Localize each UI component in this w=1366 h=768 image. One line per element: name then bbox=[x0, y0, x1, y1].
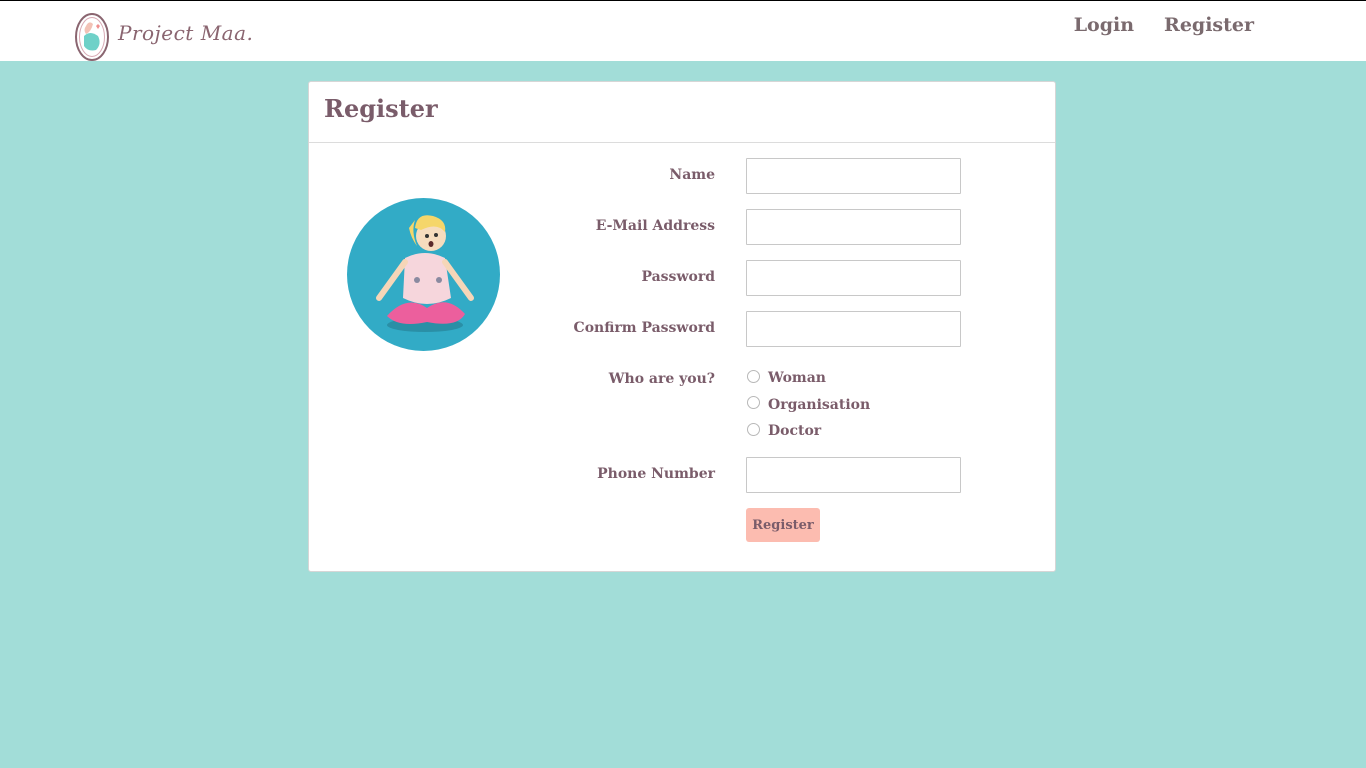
radio-button[interactable] bbox=[747, 422, 760, 436]
navbar: Project Maa. Login Register bbox=[0, 1, 1366, 61]
brand-name: Project Maa. bbox=[118, 21, 254, 45]
card-title: Register bbox=[324, 94, 438, 123]
confirm-password-label: Confirm Password bbox=[573, 320, 715, 336]
email-label: E-Mail Address bbox=[595, 218, 715, 234]
nav-login-link[interactable]: Login bbox=[1074, 14, 1134, 36]
role-option-label: Woman bbox=[768, 370, 826, 387]
nav-links: Login Register bbox=[1074, 14, 1254, 36]
logo-icon bbox=[75, 13, 109, 61]
pregnant-woman-avatar-image bbox=[347, 198, 500, 351]
brand[interactable]: Project Maa. bbox=[74, 11, 253, 63]
name-label: Name bbox=[669, 167, 715, 183]
register-card: Register Name E-Mail Address Password Co… bbox=[308, 81, 1056, 572]
register-submit-button[interactable]: Register bbox=[746, 508, 820, 542]
radio-button[interactable] bbox=[747, 369, 760, 383]
role-option-doctor[interactable]: Doctor bbox=[747, 418, 870, 445]
email-input[interactable] bbox=[746, 209, 961, 245]
password-label: Password bbox=[641, 269, 715, 285]
card-header: Register bbox=[309, 82, 1055, 143]
radio-button[interactable] bbox=[747, 396, 760, 410]
name-input[interactable] bbox=[746, 158, 961, 194]
role-radio-group: Woman Organisation Doctor bbox=[747, 365, 870, 445]
phone-input[interactable] bbox=[746, 457, 961, 493]
phone-label: Phone Number bbox=[597, 466, 715, 482]
role-option-woman[interactable]: Woman bbox=[747, 365, 870, 392]
nav-register-link[interactable]: Register bbox=[1164, 14, 1254, 36]
role-option-label: Doctor bbox=[768, 423, 822, 440]
who-are-you-label: Who are you? bbox=[608, 371, 715, 387]
confirm-password-input[interactable] bbox=[746, 311, 961, 347]
role-option-label: Organisation bbox=[768, 396, 871, 413]
role-option-organisation[interactable]: Organisation bbox=[747, 392, 870, 419]
password-input[interactable] bbox=[746, 260, 961, 296]
